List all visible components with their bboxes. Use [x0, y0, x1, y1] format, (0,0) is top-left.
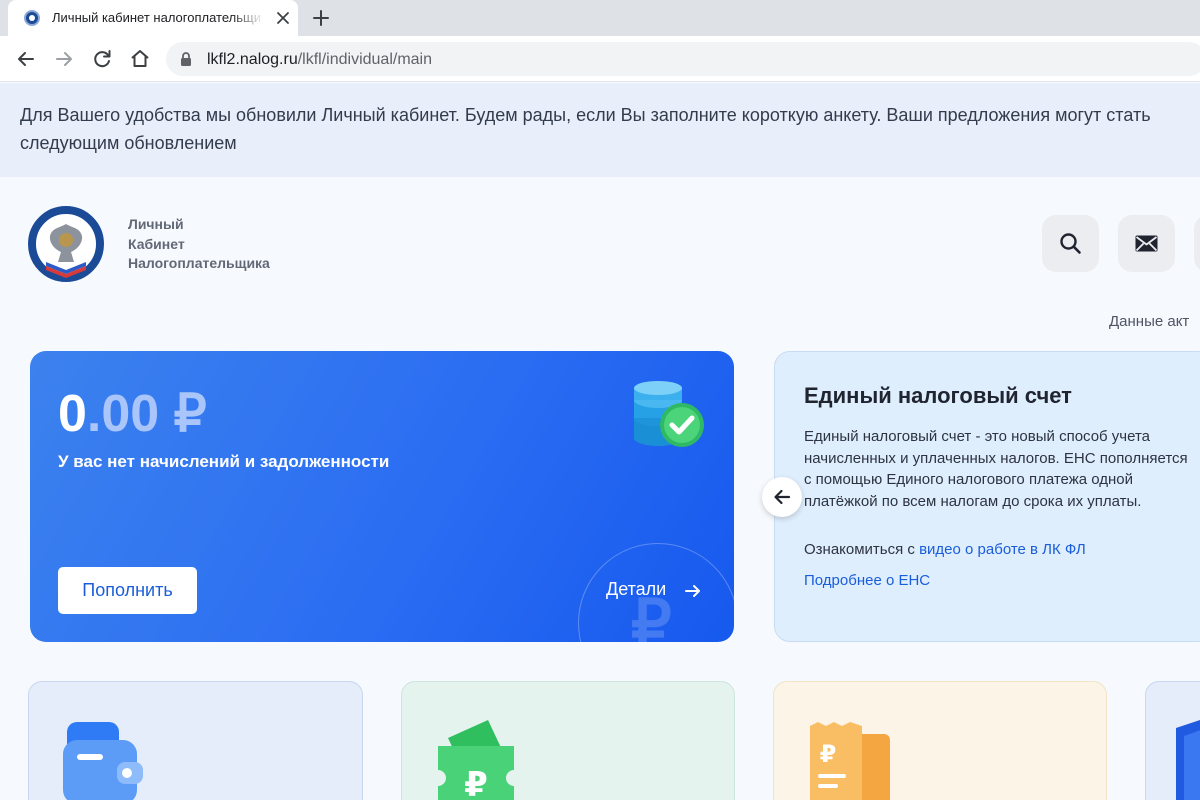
banner-text: Для Вашего удобства мы обновили Личный к… [20, 105, 1151, 153]
details-link[interactable]: Детали [606, 579, 666, 600]
url-text: lkfl2.nalog.ru/lkfl/individual/main [207, 51, 432, 69]
balance-amount-int: 0 [58, 385, 87, 443]
back-icon[interactable] [14, 47, 38, 71]
feedback-banner[interactable]: Для Вашего удобства мы обновили Личный к… [0, 83, 1200, 177]
plus-icon[interactable] [309, 6, 333, 30]
balance-status: У вас нет начислений и задолженности [58, 452, 390, 471]
ruble-ticket-icon: ₽ [438, 720, 514, 800]
wallet-icon [63, 722, 143, 800]
mail-icon [1135, 235, 1158, 252]
ens-info-card: Единый налоговый счет Единый налоговый с… [774, 351, 1200, 642]
svg-text:₽: ₽ [464, 765, 488, 800]
shield-icon [1176, 720, 1200, 800]
site-title[interactable]: Личный Кабинет Налогоплательщика [128, 215, 328, 274]
site-title-line-1: Личный [128, 216, 184, 232]
receipt-icon: ₽ [810, 722, 890, 800]
arrow-right-icon[interactable] [684, 582, 702, 600]
close-icon[interactable] [274, 9, 292, 27]
balance-amount: 0.00 ₽ [58, 384, 207, 444]
ens-more-link[interactable]: Подробнее о ЕНС [804, 572, 930, 589]
service-card-payments[interactable]: ₽ [401, 681, 735, 800]
tab-title: Личный кабинет налогоплательщика [52, 10, 262, 25]
ens-description: Единый налоговый счет - это новый способ… [804, 428, 1188, 510]
address-bar[interactable]: lkfl2.nalog.ru/lkfl/individual/main [166, 42, 1200, 76]
ens-video-link[interactable]: видео о работе в ЛК ФЛ [919, 541, 1086, 558]
url-host: lkfl2.nalog.ru [207, 51, 298, 68]
browser-tab[interactable]: Личный кабинет налогоплательщика [8, 0, 298, 36]
url-path: /lkfl/individual/main [297, 51, 432, 68]
profile-button[interactable] [1194, 215, 1200, 272]
service-card-protection[interactable] [1145, 681, 1200, 800]
lock-icon[interactable] [180, 52, 192, 66]
browser-tabstrip: Личный кабинет налогоплательщика [0, 0, 1200, 36]
ens-title: Единый налоговый счет [804, 383, 1072, 408]
ens-video-line: Ознакомиться с видео о работе в ЛК ФЛ [804, 541, 1086, 558]
service-card-wallet[interactable] [28, 681, 363, 800]
reload-icon[interactable] [90, 47, 114, 71]
tab-title-fade [232, 8, 264, 28]
ens-video-prefix: Ознакомиться с [804, 541, 920, 558]
carousel-prev-button[interactable] [762, 477, 802, 517]
fns-emblem-icon[interactable] [28, 206, 104, 282]
arrow-left-icon [774, 489, 791, 505]
search-icon [1060, 233, 1081, 254]
favicon-icon [24, 10, 40, 26]
search-button[interactable] [1042, 215, 1099, 272]
coins-check-icon [634, 381, 704, 447]
service-card-receipts[interactable]: ₽ [773, 681, 1107, 800]
browser-toolbar: lkfl2.nalog.ru/lkfl/individual/main [0, 36, 1200, 82]
balance-amount-frac: .00 [86, 385, 160, 443]
site-title-line-2: Кабинет [128, 235, 185, 252]
topup-button[interactable]: Пополнить [58, 567, 197, 614]
site-title-line-3: Налогоплательщика [128, 255, 270, 271]
balance-card: 0.00 ₽ У вас нет начислений и задолженно… [30, 351, 734, 642]
data-actual-label: Данные акт [1109, 313, 1190, 330]
messages-button[interactable] [1118, 215, 1175, 272]
svg-text:₽: ₽ [820, 740, 837, 768]
balance-currency: ₽ [159, 385, 207, 443]
home-icon[interactable] [128, 47, 152, 71]
forward-icon[interactable] [52, 47, 76, 71]
